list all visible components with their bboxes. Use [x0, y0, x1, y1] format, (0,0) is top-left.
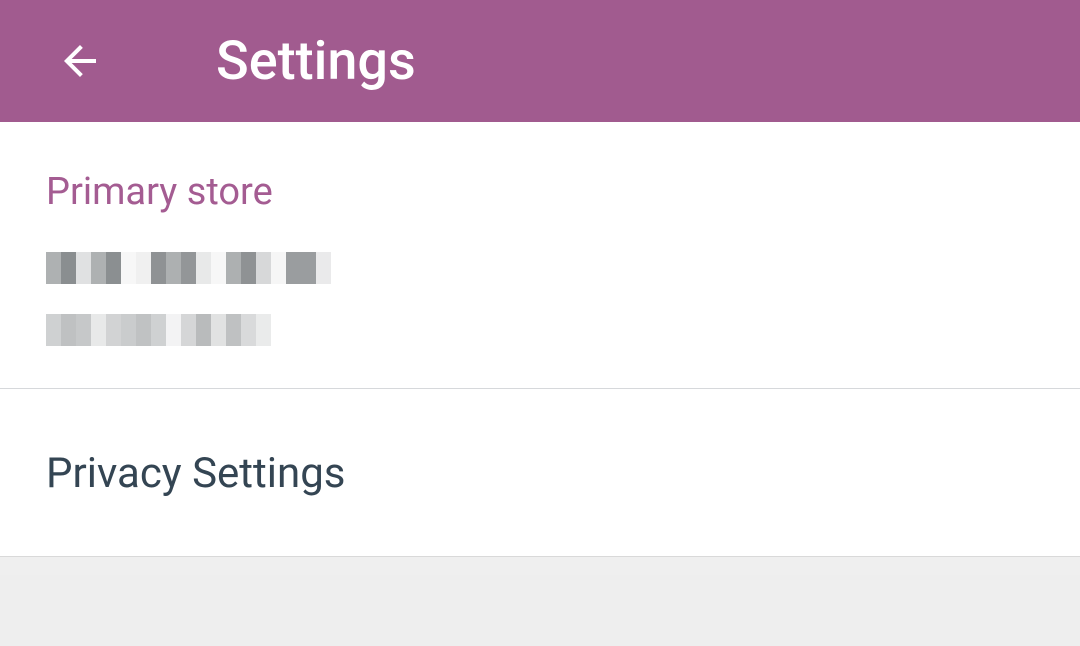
- app-bar: Settings: [0, 0, 1080, 122]
- primary-store-value-obscured: [46, 252, 1034, 284]
- arrow-left-icon: [56, 37, 104, 85]
- primary-store-section-header: Primary store: [0, 122, 1080, 240]
- page-title: Settings: [216, 30, 416, 93]
- list-gap: [0, 557, 1080, 575]
- settings-content: Primary store: [0, 122, 1080, 557]
- primary-store-subvalue-obscured: [46, 314, 1034, 346]
- back-button[interactable]: [54, 35, 106, 87]
- privacy-settings-item[interactable]: Privacy Settings: [0, 389, 1080, 556]
- primary-store-item[interactable]: [0, 240, 1080, 388]
